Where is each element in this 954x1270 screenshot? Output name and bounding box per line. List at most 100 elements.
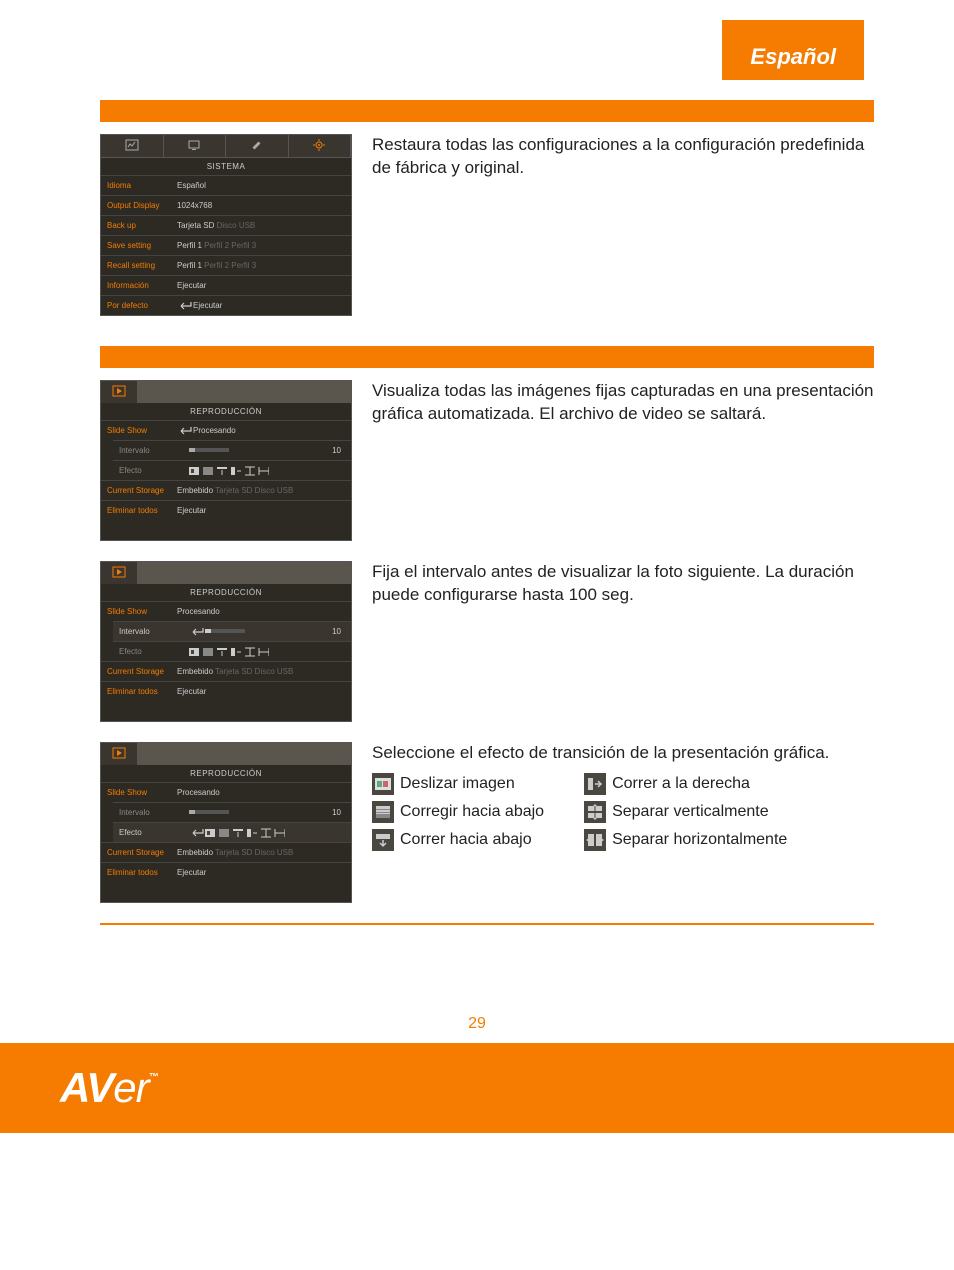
effect-wipe-down: Corregir hacia abajo — [372, 801, 544, 823]
setting-efecto-2: Efecto — [113, 641, 351, 661]
label-info: Información — [107, 281, 177, 290]
setting-slideshow-1: Slide Show Procesando — [101, 420, 351, 440]
effect-icons-row-2 — [189, 646, 269, 658]
description-slideshow: Visualiza todas las imágenes fijas captu… — [372, 380, 874, 541]
logo: AVer™ — [60, 1064, 158, 1112]
setting-storage-3: Current Storage Embebido Tarjeta SD Disc… — [101, 842, 351, 862]
screenshot-slideshow: REPRODUCCIÓN Slide Show Procesando Inter… — [100, 380, 352, 541]
logo-text: AVer — [60, 1064, 149, 1111]
label-efecto-1: Efecto — [119, 466, 189, 475]
effect-run-down-label: Correr hacia abajo — [400, 829, 532, 851]
effect-split-vertical: Separar verticalmente — [584, 801, 787, 823]
tab-image-icon — [101, 135, 164, 157]
label-storage-1: Current Storage — [107, 486, 177, 495]
label-idioma: Idioma — [107, 181, 177, 190]
value-eliminar-2: Ejecutar — [177, 687, 345, 696]
label-storage-2: Current Storage — [107, 667, 177, 676]
screenshot-sistema: SISTEMA Idioma Español Output Display 10… — [100, 134, 352, 316]
menu-tabs — [101, 135, 351, 158]
value-defecto-ejecutar: Ejecutar — [193, 301, 345, 310]
section-sistema: SISTEMA Idioma Español Output Display 10… — [100, 100, 874, 316]
playback-tab-row-2 — [101, 562, 351, 584]
description-efecto-text: Seleccione el efecto de transición de la… — [372, 742, 874, 765]
row-restore-defaults: SISTEMA Idioma Español Output Display 10… — [100, 134, 874, 316]
language-tab: Español — [722, 20, 864, 80]
slider-icon — [189, 446, 229, 456]
setting-recall: Recall setting Perfil 1 Perfil 2 Perfil … — [101, 255, 351, 275]
value-storage-2: Embebido Tarjeta SD Disco USB — [177, 667, 345, 676]
split-horizontal-icon — [584, 829, 606, 851]
playback-tab-icon-2 — [101, 562, 137, 584]
value-procesando-2: Procesando — [177, 607, 220, 616]
panel-title-sistema: SISTEMA — [101, 158, 351, 175]
label-storage-3: Current Storage — [107, 848, 177, 857]
label-recall: Recall setting — [107, 261, 177, 270]
setting-efecto-1: Efecto — [113, 460, 351, 480]
run-right-icon — [584, 773, 606, 795]
effect-run-down: Correr hacia abajo — [372, 829, 544, 851]
setting-defecto: Por defecto Ejecutar — [101, 295, 351, 315]
page-number: 29 — [0, 995, 954, 1043]
wipe-down-icon — [372, 801, 394, 823]
return-arrow-icon — [177, 300, 193, 312]
label-slideshow-1: Slide Show — [107, 426, 177, 435]
run-down-icon — [372, 829, 394, 851]
effect-split-horizontal: Separar horizontalmente — [584, 829, 787, 851]
setting-intervalo-2-active: Intervalo 10 — [113, 621, 351, 641]
label-intervalo-3: Intervalo — [119, 808, 189, 817]
value-storage-1: Embebido Tarjeta SD Disco USB — [177, 486, 345, 495]
row-efecto: REPRODUCCIÓN Slide Show Procesando Inter… — [100, 742, 874, 903]
value-procesando-1: Procesando — [193, 426, 236, 435]
setting-efecto-3-active: Efecto — [113, 822, 351, 842]
return-arrow-icon — [189, 827, 205, 839]
panel-title-reproduccion-2: REPRODUCCIÓN — [101, 584, 351, 601]
label-save: Save setting — [107, 241, 177, 250]
screenshot-intervalo: REPRODUCCIÓN Slide Show Procesando Inter… — [100, 561, 352, 722]
panel-title-reproduccion-1: REPRODUCCIÓN — [101, 403, 351, 420]
setting-output: Output Display 1024x768 — [101, 195, 351, 215]
value-intervalo-2: 10 — [332, 627, 345, 636]
playback-tab-icon-3 — [101, 743, 137, 765]
label-defecto: Por defecto — [107, 301, 177, 310]
value-backup: Tarjeta SD Disco USB — [177, 221, 345, 230]
label-efecto-3: Efecto — [119, 828, 189, 837]
language-label: Español — [750, 44, 836, 69]
setting-eliminar-3: Eliminar todos Ejecutar — [101, 862, 351, 882]
effect-run-right: Correr a la derecha — [584, 773, 787, 795]
value-eliminar-1: Ejecutar — [177, 506, 345, 515]
effect-icons-row-1 — [189, 465, 269, 477]
value-eliminar-3: Ejecutar — [177, 868, 345, 877]
value-intervalo-1: 10 — [332, 446, 345, 455]
label-output: Output Display — [107, 201, 177, 210]
setting-intervalo-3: Intervalo 10 — [113, 802, 351, 822]
value-save: Perfil 1 Perfil 2 Perfil 3 — [177, 241, 345, 250]
setting-backup: Back up Tarjeta SD Disco USB — [101, 215, 351, 235]
label-backup: Back up — [107, 221, 177, 230]
effect-icons-row-3 — [205, 827, 285, 839]
effect-slide-image-label: Deslizar imagen — [400, 773, 515, 795]
setting-info: Información Ejecutar — [101, 275, 351, 295]
section-reproduccion: REPRODUCCIÓN Slide Show Procesando Inter… — [100, 346, 874, 925]
value-idioma: Español — [177, 181, 345, 190]
row-slideshow: REPRODUCCIÓN Slide Show Procesando Inter… — [100, 380, 874, 541]
return-arrow-icon — [177, 425, 193, 437]
value-output: 1024x768 — [177, 201, 345, 210]
setting-save: Save setting Perfil 1 Perfil 2 Perfil 3 — [101, 235, 351, 255]
slider-icon-3 — [189, 808, 229, 818]
logo-tm: ™ — [149, 1072, 158, 1083]
playback-tab-icon — [101, 381, 137, 403]
effects-col-left: Deslizar imagen Corregir hacia abajo — [372, 773, 544, 851]
setting-storage-1: Current Storage Embebido Tarjeta SD Disc… — [101, 480, 351, 500]
playback-tab-row-3 — [101, 743, 351, 765]
description-restore: Restaura todas las configuraciones a la … — [372, 134, 874, 316]
setting-slideshow-3: Slide Show Procesando — [101, 782, 351, 802]
value-intervalo-3: 10 — [332, 808, 345, 817]
setting-storage-2: Current Storage Embebido Tarjeta SD Disc… — [101, 661, 351, 681]
row-intervalo: REPRODUCCIÓN Slide Show Procesando Inter… — [100, 561, 874, 722]
page-content: SISTEMA Idioma Español Output Display 10… — [0, 0, 954, 995]
section-header-bar — [100, 100, 874, 122]
footer: AVer™ — [0, 1043, 954, 1133]
slide-image-icon — [372, 773, 394, 795]
return-arrow-icon — [189, 626, 205, 638]
label-intervalo-1: Intervalo — [119, 446, 189, 455]
